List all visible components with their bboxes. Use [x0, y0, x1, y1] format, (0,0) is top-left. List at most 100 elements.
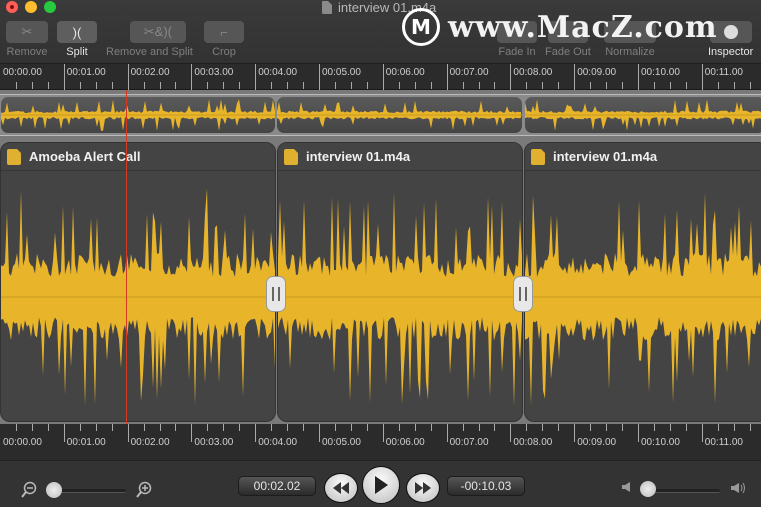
playhead[interactable] [126, 90, 127, 424]
ruler-minor-tick [606, 424, 608, 431]
ruler-minor-tick [685, 82, 687, 89]
ruler-label: 00:08.00 [513, 437, 553, 448]
remove-and-split-tool[interactable]: ✂&)( Remove and Split [106, 21, 193, 58]
ruler-minor-tick [271, 424, 273, 431]
rewind-button[interactable] [324, 473, 358, 503]
clip[interactable]: Amoeba Alert Call [0, 142, 276, 422]
fade-in-tool[interactable]: Fade In [497, 21, 537, 58]
ruler-minor-tick [478, 82, 480, 89]
window-controls [6, 1, 56, 13]
ruler-label: 00:04.00 [258, 67, 298, 78]
crop-label: Crop [212, 46, 236, 58]
ruler-minor-tick [669, 82, 671, 89]
overview-strip[interactable] [0, 90, 761, 140]
ruler-minor-tick [622, 424, 624, 431]
ruler-minor-tick [47, 424, 49, 431]
window-title-text: interview 01.m4a [338, 0, 437, 15]
normalize-label: Normalize [605, 46, 655, 58]
ruler-minor-tick [15, 424, 17, 431]
ruler-minor-tick [143, 424, 145, 431]
ruler-minor-tick [398, 82, 400, 89]
ruler-minor-tick [558, 82, 560, 89]
ruler-minor-tick [398, 424, 400, 431]
rewind-icon [333, 482, 349, 494]
clip-header: interview 01.m4a [525, 143, 761, 171]
inspector-tool[interactable]: Inspector [708, 21, 753, 58]
remove-and-split-label: Remove and Split [106, 46, 193, 58]
info-icon[interactable] [709, 21, 752, 43]
ruler-major-tick [510, 424, 512, 442]
window-title: interview 01.m4a [322, 0, 436, 15]
clip-waveform [278, 192, 522, 406]
volume-slider-knob[interactable] [640, 481, 656, 497]
overview-clip[interactable] [277, 97, 522, 133]
crop-tool[interactable]: ⌐ Crop [204, 21, 244, 58]
ruler-minor-tick [207, 82, 209, 89]
ruler-label: 00:00.00 [3, 67, 42, 78]
fade-in-icon[interactable] [497, 21, 537, 43]
ruler-label: 00:04.00 [258, 437, 298, 448]
ruler-minor-tick [111, 424, 113, 431]
fade-out-label: Fade Out [545, 46, 591, 58]
clip[interactable]: interview 01.m4a [277, 142, 523, 422]
ruler-label: 00:07.00 [449, 67, 489, 78]
ruler-minor-tick [175, 82, 177, 89]
ruler-major-tick [191, 424, 193, 442]
ruler-minor-tick [669, 424, 671, 431]
ruler-label: 00:05.00 [322, 67, 361, 78]
ruler-minor-tick [223, 424, 225, 431]
normalize-tool[interactable]: Normalize [604, 21, 656, 58]
crop-icon[interactable]: ⌐ [204, 21, 244, 43]
split-icon[interactable]: )( [57, 21, 97, 43]
ruler-minor-tick [350, 424, 352, 431]
ruler-minor-tick [79, 82, 81, 89]
fade-out-tool[interactable]: Fade Out [545, 21, 591, 58]
inspector-label: Inspector [708, 46, 754, 58]
scissors-icon[interactable]: ✂ [6, 21, 48, 43]
normalize-icon[interactable] [604, 21, 656, 43]
ruler-minor-tick [31, 82, 33, 89]
ruler-major-tick [638, 424, 639, 442]
ruler-label: 00:07.00 [449, 437, 489, 448]
fade-out-icon[interactable] [547, 21, 588, 43]
ruler-minor-tick [287, 424, 289, 431]
clip[interactable]: interview 01.m4a [524, 142, 761, 422]
clip-title: interview 01.m4a [553, 149, 658, 164]
minimize-button[interactable] [25, 1, 37, 13]
ruler-minor-tick [366, 424, 368, 431]
ruler-minor-tick [414, 82, 416, 89]
fade-in-label: Fade In [498, 46, 536, 58]
fast-forward-button[interactable] [406, 473, 440, 503]
clip-join-handle[interactable] [513, 276, 533, 312]
close-button[interactable] [6, 1, 18, 13]
overview-clip[interactable] [525, 97, 761, 133]
ruler-major-tick [701, 64, 703, 90]
ruler-minor-tick [558, 424, 560, 431]
zoom-button[interactable] [44, 1, 56, 13]
current-time-display: 00:02.02 [238, 476, 316, 496]
zoom-slider-knob[interactable] [46, 482, 62, 498]
clip-join-handle[interactable] [266, 276, 286, 312]
ruler-major-tick [510, 64, 512, 90]
ruler-minor-tick [303, 82, 305, 89]
remove-tool[interactable]: ✂ Remove [6, 21, 48, 58]
play-button[interactable] [362, 466, 400, 504]
overview-clip[interactable] [1, 97, 275, 133]
clip-editor[interactable]: Amoeba Alert Call interview 01.m4a inter… [0, 140, 761, 424]
split-tool[interactable]: )( Split [57, 21, 97, 58]
zoom-out-icon[interactable] [20, 481, 37, 498]
ruler-major-tick [63, 424, 65, 442]
ruler-minor-tick [749, 82, 751, 89]
ruler-minor-tick [462, 82, 464, 89]
ruler-minor-tick [494, 424, 496, 431]
ruler-minor-tick [159, 424, 161, 431]
timeline-ruler-bottom[interactable]: 00:00.00 00:01.00 00:02.00 00:03.00 00:04.00… [0, 424, 761, 460]
remove-split-icon[interactable]: ✂&)( [129, 21, 186, 43]
overview-waveform [1, 99, 275, 131]
ruler-minor-tick [334, 82, 336, 89]
timeline-ruler-top[interactable]: 00:00.00 00:01.00 00:02.00 00:03.00 00:04.00… [0, 64, 761, 90]
ruler-minor-tick [462, 424, 464, 431]
zoom-in-icon[interactable] [135, 481, 152, 498]
ruler-minor-tick [47, 82, 49, 89]
ruler-label: 00:01.00 [66, 437, 106, 448]
